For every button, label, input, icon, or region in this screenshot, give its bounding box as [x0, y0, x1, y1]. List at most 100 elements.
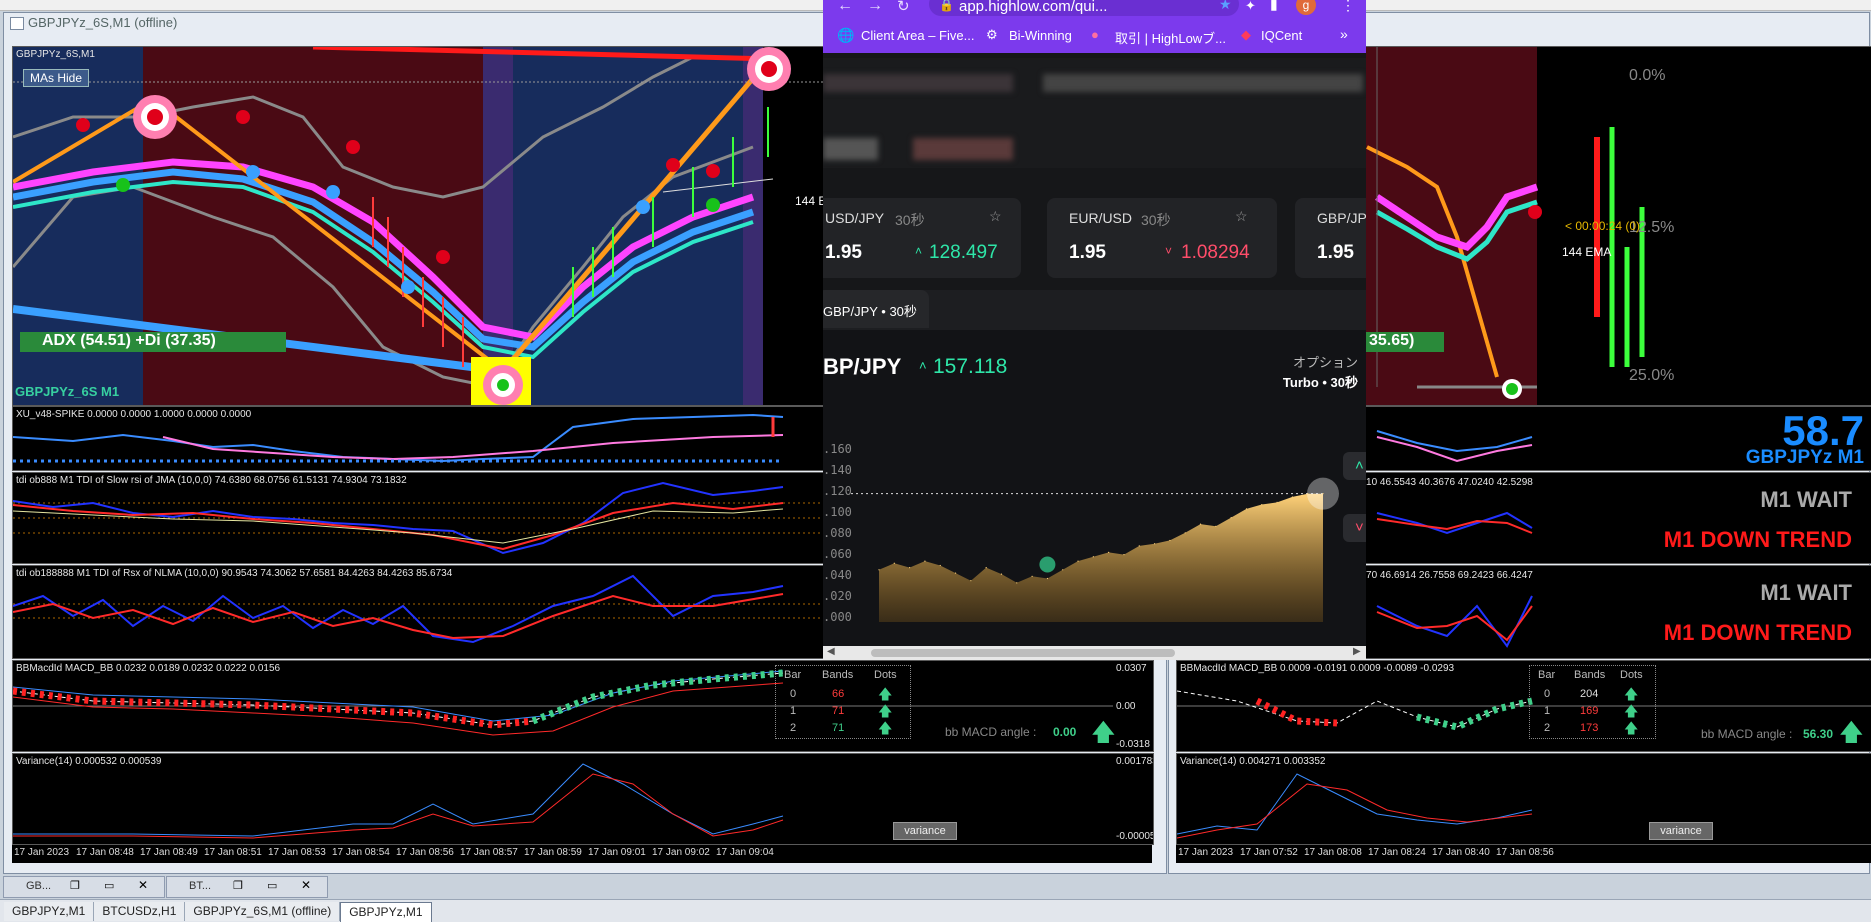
- menu-icon[interactable]: ⋮: [1341, 0, 1355, 14]
- mini-window-strip: GB... ❐ ▭ ✕ BT... ❐ ▭ ✕: [0, 874, 1871, 898]
- chart-tab[interactable]: GBPJPYz,M1: [4, 902, 95, 921]
- price-point: [1199, 523, 1202, 525]
- time-tick: 17 Jan 08:53: [268, 847, 326, 858]
- call-button[interactable]: ˄: [1343, 452, 1366, 480]
- price-point: [1000, 573, 1003, 575]
- row-bands: 71: [832, 705, 845, 717]
- time-tick: 17 Jan 08:54: [332, 847, 390, 858]
- col-bar: Bar: [1538, 669, 1556, 681]
- time-tick: 17 Jan 08:51: [204, 847, 262, 858]
- maximize-icon[interactable]: ▭: [267, 879, 277, 892]
- price-point: [985, 567, 987, 569]
- tdi2-label: tdi ob188888 M1 TDI of Rsx of NLMA (10,0…: [16, 568, 453, 579]
- bookmarks-bar: 🌐 Client Area – Five... ⚙ Bi-Winning ● 取…: [823, 20, 1366, 53]
- scroll-left-icon[interactable]: ◀: [827, 646, 835, 657]
- chart-tab-active[interactable]: GBPJPYz,M1: [340, 902, 432, 922]
- active-chart-tab[interactable]: GBP/JPY • 30秒: [823, 290, 929, 328]
- price-point: [1245, 508, 1248, 510]
- price-point: [939, 564, 941, 567]
- col-bands: Bands: [822, 669, 854, 681]
- tdi1-label: tdi ob888 M1 TDI of Slow rsi of JMA (10,…: [16, 475, 407, 486]
- scroll-right-icon[interactable]: ▶: [1353, 646, 1361, 657]
- sidepanel-icon[interactable]: ▮: [1270, 0, 1278, 13]
- chart-tab[interactable]: GBPJPYz_6S,M1 (offline): [185, 902, 341, 921]
- asset-card-eurusd[interactable]: EUR/USD 30秒 ☆ 1.95 ˅ 1.08294: [1047, 198, 1277, 278]
- time-tick: 17 Jan 08:48: [76, 847, 134, 858]
- close-icon[interactable]: ✕: [301, 878, 311, 892]
- scroll-thumb[interactable]: [871, 649, 1175, 657]
- bookmark-iqcent[interactable]: IQCent: [1261, 28, 1302, 43]
- globe-icon: 🌐: [837, 27, 855, 43]
- variance-label: Variance(14) 0.000532 0.000539: [16, 756, 162, 767]
- time-tick: 17 Jan 08:40: [1432, 847, 1490, 858]
- favorite-icon[interactable]: ☆: [989, 208, 1002, 225]
- chart-tab[interactable]: BTCUSDz,H1: [94, 902, 186, 921]
- variance-scale-bottom: -0.000058: [1116, 831, 1153, 842]
- macd-angle-label: bb MACD angle :: [945, 725, 1037, 739]
- mas-hide-button[interactable]: MAs Hide: [23, 69, 90, 87]
- variance-button[interactable]: variance: [1649, 822, 1713, 840]
- browser-toolbar: ← → ↻ 🔒 app.highlow.com/qui... ★ ✦ ▮ g ⋮: [823, 0, 1366, 20]
- adx-label: ADX (54.51) +Di (37.35): [20, 332, 286, 352]
- time-tick: 17 Jan 09:02: [652, 847, 710, 858]
- price-point: [1092, 556, 1094, 558]
- minimized-window-2[interactable]: BT... ❐ ▭ ✕: [166, 876, 328, 898]
- left-variance-pane[interactable]: Variance(14) 0.000532 0.000539 0.001783 …: [12, 753, 1154, 845]
- price-point: [1322, 493, 1324, 495]
- star-icon[interactable]: ★: [1219, 0, 1232, 13]
- forward-icon[interactable]: →: [867, 0, 883, 15]
- restore-icon[interactable]: ❐: [70, 879, 80, 892]
- browser-window: ← → ↻ 🔒 app.highlow.com/qui... ★ ✦ ▮ g ⋮…: [823, 0, 1366, 660]
- url-text: app.highlow.com/qui...: [959, 0, 1108, 15]
- price-area: [879, 493, 1323, 622]
- pct-bottom: 25.0%: [1629, 367, 1675, 384]
- macd-scale-bottom: -0.0318: [1116, 739, 1150, 750]
- price-point: [1261, 503, 1263, 506]
- card-pair: GBP/JP: [1317, 210, 1366, 226]
- variance-button[interactable]: variance: [893, 822, 957, 840]
- row-bands: 204: [1580, 688, 1599, 700]
- asset-card-usdjpy[interactable]: USD/JPY 30秒 ☆ 1.95 ˄ 128.497: [823, 198, 1021, 278]
- restore-icon[interactable]: ❐: [233, 879, 243, 892]
- close-icon[interactable]: ✕: [138, 878, 148, 892]
- time-tick: 17 Jan 2023: [14, 847, 70, 858]
- chart-header: GBPJPYz_6S,M1: [16, 49, 95, 60]
- asset-card-gbpjpy[interactable]: GBP/JP 1.95: [1295, 198, 1366, 278]
- put-button[interactable]: ˅: [1343, 514, 1366, 542]
- maximize-icon[interactable]: ▭: [104, 879, 114, 892]
- profile-avatar[interactable]: g: [1296, 0, 1316, 15]
- bookmark-bi-winning[interactable]: Bi-Winning: [1009, 28, 1072, 43]
- active-tab-label: GBP/JPY • 30秒: [823, 304, 917, 319]
- countdown-label: < 00:00:24 (0): [1565, 219, 1641, 233]
- price-point: [1215, 525, 1217, 527]
- row-bands: 173: [1580, 722, 1599, 734]
- address-bar[interactable]: 🔒 app.highlow.com/qui... ★: [929, 0, 1239, 16]
- spike-label: XU_v48-SPIKE 0.0000 0.0000 1.0000 0.0000…: [16, 409, 252, 420]
- horizontal-scrollbar[interactable]: ◀ ▶: [823, 646, 1366, 660]
- card-payout: 1.95: [825, 242, 862, 263]
- tdi1-values: 52.7410 46.5543 40.3676 47.0240 42.5298: [1341, 477, 1533, 488]
- back-icon[interactable]: ←: [837, 0, 853, 15]
- blurred-balance-value: [913, 138, 1013, 160]
- minimized-window-1[interactable]: GB... ❐ ▭ ✕: [3, 876, 165, 898]
- bookmark-highlow[interactable]: 取引 | HighLowブ...: [1115, 28, 1226, 47]
- right-variance-pane[interactable]: Variance(14) 0.004271 0.003352 variance: [1176, 753, 1871, 845]
- extension-icon[interactable]: ✦: [1245, 0, 1256, 14]
- right-macd-pane[interactable]: BBMacdId MACD_BB 0.0009 -0.0191 0.0009 -…: [1176, 660, 1871, 752]
- window-icon: [10, 17, 24, 30]
- bookmark-client-area[interactable]: Client Area – Five...: [861, 28, 974, 43]
- row-bar: 0: [1544, 688, 1551, 700]
- symbol-watermark: GBPJPYz_6S M1: [15, 384, 120, 399]
- symbol-label: GBPJPYz M1: [1745, 447, 1864, 468]
- card-payout: 1.95: [1069, 242, 1106, 263]
- price-point: [1230, 517, 1232, 519]
- reload-icon[interactable]: ↻: [897, 0, 910, 15]
- row-bar: 1: [1544, 705, 1551, 717]
- col-bands: Bands: [1574, 669, 1606, 681]
- more-bookmarks-icon[interactable]: »: [1340, 26, 1348, 42]
- card-period: 30秒: [1141, 212, 1171, 228]
- row-bands: 66: [832, 688, 845, 700]
- bookmark-icon: ◆: [1241, 27, 1251, 42]
- favorite-icon[interactable]: ☆: [1235, 208, 1248, 225]
- left-macd-pane[interactable]: BBMacdId MACD_BB 0.0232 0.0189 0.0232 0.…: [12, 660, 1154, 752]
